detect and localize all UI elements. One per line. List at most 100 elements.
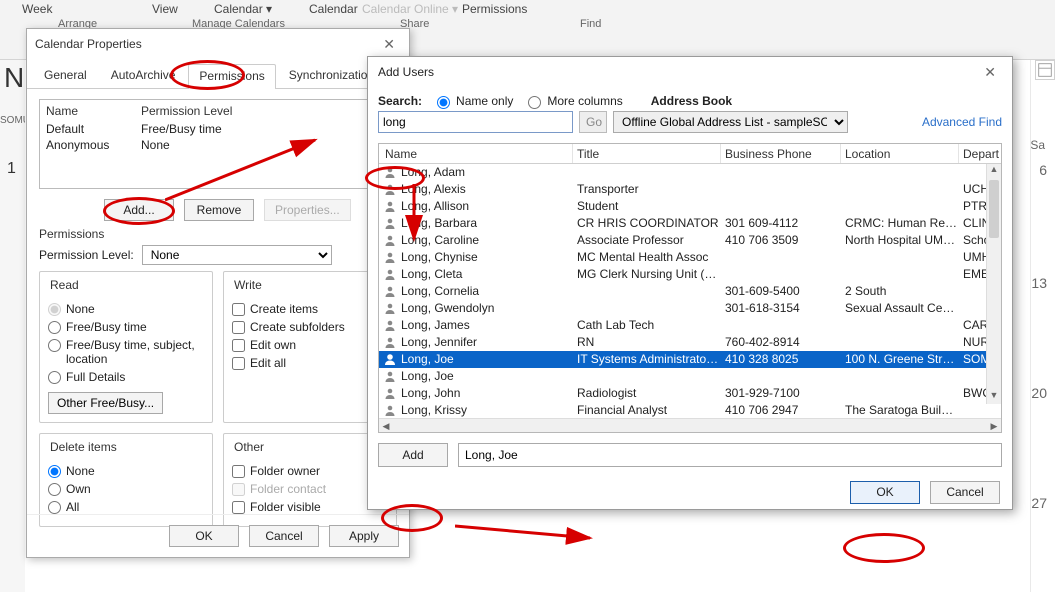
result-row[interactable]: Long, Adam (379, 164, 1001, 181)
read-freebusy-subject[interactable]: Free/Busy time, subject, location (48, 338, 204, 366)
person-icon (383, 166, 399, 182)
result-row[interactable]: Long, JoeIT Systems Administrator, L...4… (379, 351, 1001, 368)
cancel-button[interactable]: Cancel (930, 481, 1000, 504)
col-level: Permission Level (141, 104, 232, 118)
add-users-title: Add Users (378, 57, 434, 87)
ok-button[interactable]: OK (850, 481, 920, 504)
read-freebusy[interactable]: Free/Busy time (48, 320, 204, 334)
col-title[interactable]: Title (573, 144, 721, 163)
person-icon (383, 200, 399, 216)
person-icon (383, 302, 399, 318)
search-name-only[interactable]: Name only (432, 93, 513, 109)
result-row[interactable]: Long, CletaMG Clerk Nursing Unit (UN)EME (379, 266, 1001, 283)
ok-button[interactable]: OK (169, 525, 239, 547)
go-button[interactable]: Go (579, 111, 607, 133)
day-number-1: 1 (7, 160, 16, 178)
day-27[interactable]: 27 (1031, 495, 1047, 511)
read-box: Read None Free/Busy time Free/Busy time,… (39, 271, 213, 423)
ribbon-calendar-btn[interactable]: Calendar (309, 2, 358, 16)
address-book-label: Address Book (651, 94, 732, 108)
day-6[interactable]: 6 (1039, 162, 1047, 178)
person-icon (383, 404, 399, 419)
write-create-subfolders[interactable]: Create subfolders (232, 320, 388, 334)
cancel-button[interactable]: Cancel (249, 525, 319, 547)
person-icon (383, 319, 399, 335)
ribbon-week[interactable]: Week (22, 2, 52, 16)
other-folder-owner[interactable]: Folder owner (232, 464, 388, 478)
ribbon-permissions[interactable]: Permissions (462, 2, 527, 16)
close-icon[interactable]: ✕ (377, 29, 401, 59)
read-none[interactable]: None (48, 302, 204, 316)
day-20[interactable]: 20 (1031, 385, 1047, 401)
group-find: Find (580, 18, 601, 30)
tab-permissions[interactable]: Permissions (188, 64, 275, 89)
result-row[interactable]: Long, KrissyFinancial Analyst410 706 294… (379, 402, 1001, 418)
permissions-section-title: Permissions (39, 227, 397, 241)
apply-button[interactable]: Apply (329, 525, 399, 547)
person-icon (383, 234, 399, 250)
other-freebusy-button[interactable]: Other Free/Busy... (48, 392, 163, 414)
result-row[interactable]: Long, JohnRadiologist301-929-7100BWC (379, 385, 1001, 402)
expand-icon[interactable] (1035, 60, 1055, 80)
ribbon-view[interactable]: View (152, 2, 178, 16)
delete-box: Delete items None Own All (39, 433, 213, 527)
result-row[interactable]: Long, Joe (379, 368, 1001, 385)
perm-row-anonymous[interactable]: Anonymous None (46, 138, 390, 152)
scrollbar-vertical[interactable]: ▲ ▼ (986, 164, 1001, 404)
write-create-items[interactable]: Create items (232, 302, 388, 316)
write-edit-own[interactable]: Edit own (232, 338, 388, 352)
read-full-details[interactable]: Full Details (48, 370, 204, 384)
search-more-columns[interactable]: More columns (523, 93, 622, 109)
day-sa: Sa (1030, 138, 1045, 152)
add-button[interactable]: Add... (104, 199, 174, 221)
advanced-find-link[interactable]: Advanced Find (922, 115, 1002, 129)
person-icon (383, 370, 399, 386)
dialog-title: Calendar Properties (35, 29, 142, 59)
result-row[interactable]: Long, CarolineAssociate Professor410 706… (379, 232, 1001, 249)
result-row[interactable]: Long, AlexisTransporterUCH (379, 181, 1001, 198)
results-grid: Name Title Business Phone Location Depar… (378, 143, 1002, 433)
add-selected-button[interactable]: Add (378, 443, 448, 467)
day-13[interactable]: 13 (1031, 275, 1047, 291)
address-book-select[interactable]: Offline Global Address List - sampleSOMU (613, 111, 848, 133)
scrollbar-horizontal[interactable]: ◀ ▶ (379, 418, 1001, 432)
ribbon-calendar-online[interactable]: Calendar Online ▾ (362, 2, 458, 16)
person-icon (383, 353, 399, 369)
person-icon (383, 217, 399, 233)
col-phone[interactable]: Business Phone (721, 144, 841, 163)
tabs: General AutoArchive Permissions Synchron… (27, 63, 409, 89)
add-selected-input[interactable] (458, 443, 1002, 467)
results-body[interactable]: Long, AdamLong, AlexisTransporterUCHLong… (379, 164, 1001, 418)
result-row[interactable]: Long, BarbaraCR HRIS COORDINATOR301 609-… (379, 215, 1001, 232)
col-location[interactable]: Location (841, 144, 959, 163)
ribbon-calendar-menu[interactable]: Calendar ▾ (214, 2, 272, 16)
tab-autoarchive[interactable]: AutoArchive (100, 63, 187, 88)
delete-all[interactable]: All (48, 500, 204, 514)
result-row[interactable]: Long, JamesCath Lab TechCARI (379, 317, 1001, 334)
perm-row-default[interactable]: Default Free/Busy time (46, 122, 390, 136)
other-title: Other (232, 440, 266, 454)
other metadata-folder-visible[interactable]: Folder visible (232, 500, 388, 514)
result-row[interactable]: Long, Cornelia301-609-54002 South (379, 283, 1001, 300)
search-label: Search: (378, 94, 422, 108)
properties-button: Properties... (264, 199, 351, 221)
result-row[interactable]: Long, JenniferRN760-402-8914NUR (379, 334, 1001, 351)
person-icon (383, 336, 399, 352)
delete-none[interactable]: None (48, 464, 204, 478)
result-row[interactable]: Long, AllisonStudentPTRS (379, 198, 1001, 215)
result-row[interactable]: Long, Gwendolyn301-618-3154Sexual Assaul… (379, 300, 1001, 317)
write-edit-all[interactable]: Edit all (232, 356, 388, 370)
col-name[interactable]: Name (383, 144, 573, 163)
delete-own[interactable]: Own (48, 482, 204, 496)
permission-level-select[interactable]: None (142, 245, 332, 265)
permission-level-label: Permission Level: (39, 248, 134, 262)
permissions-list[interactable]: Name Permission Level Default Free/Busy … (39, 99, 397, 189)
result-row[interactable]: Long, ChyniseMC Mental Health AssocUMH (379, 249, 1001, 266)
delete-title: Delete items (48, 440, 119, 454)
remove-button[interactable]: Remove (184, 199, 254, 221)
search-input[interactable] (378, 111, 573, 133)
person-icon (383, 387, 399, 403)
close-icon[interactable]: ✕ (978, 57, 1002, 87)
col-dept[interactable]: Depart (959, 144, 1001, 163)
tab-general[interactable]: General (33, 63, 98, 88)
